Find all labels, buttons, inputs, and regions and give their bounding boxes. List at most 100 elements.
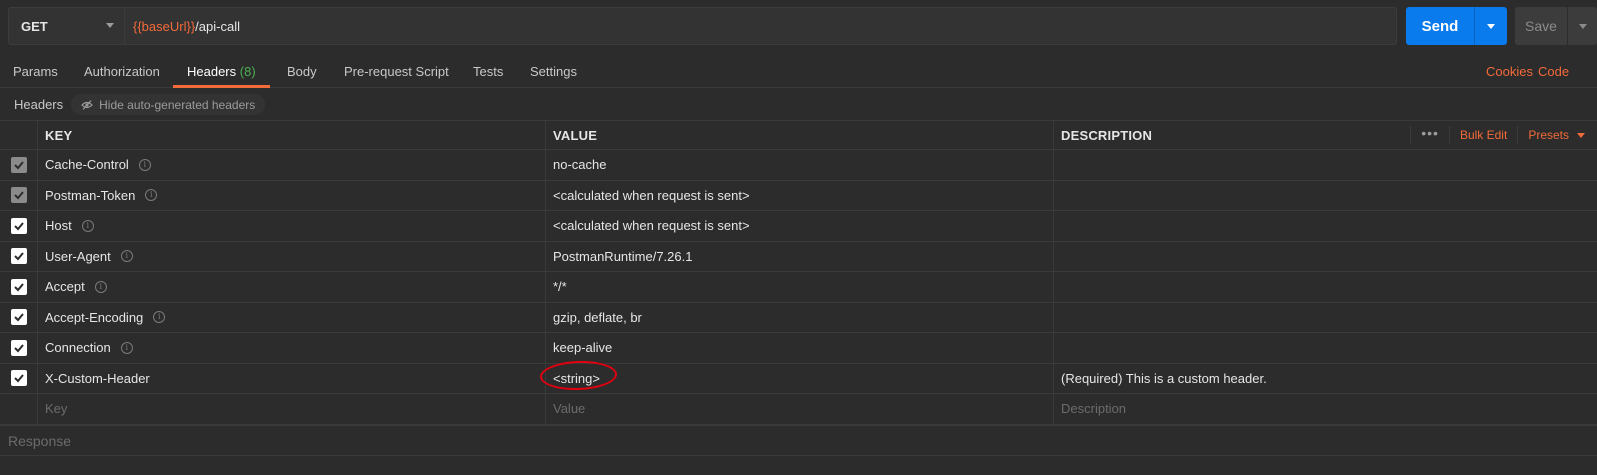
eye-slash-icon <box>81 99 93 110</box>
new-key-input[interactable]: Key <box>38 394 546 424</box>
header-key: Accept-Encoding <box>45 309 144 325</box>
url-path: /api-call <box>195 18 240 34</box>
check-icon <box>13 252 24 261</box>
key-cell[interactable]: Host i <box>38 211 546 241</box>
request-tabs: Params Authorization Headers (8) Body Pr… <box>0 55 1597 88</box>
presets-dropdown[interactable]: Presets <box>1517 126 1597 144</box>
header-value: <calculated when request is sent> <box>553 218 750 234</box>
url-input[interactable]: {{baseUrl}}/api-call <box>125 7 1397 45</box>
row-check-cell <box>0 333 38 363</box>
tab-headers[interactable]: Headers (8) <box>173 55 270 88</box>
checkbox-disabled <box>10 187 27 204</box>
description-cell[interactable] <box>1054 303 1597 333</box>
tab-body[interactable]: Body <box>287 55 317 88</box>
info-icon[interactable]: i <box>145 189 158 202</box>
table-row: Postman-Token i <calculated when request … <box>0 180 1597 211</box>
key-cell[interactable]: X-Custom-Header <box>38 363 546 393</box>
checkbox[interactable] <box>10 309 27 326</box>
checkbox[interactable] <box>10 248 27 265</box>
highlighted-value: <string> <box>539 359 618 392</box>
chevron-down-icon <box>1577 132 1585 138</box>
more-options-icon[interactable]: ••• <box>1410 126 1449 144</box>
header-key: User-Agent <box>45 248 111 264</box>
key-cell[interactable]: Accept-Encoding i <box>38 302 546 332</box>
send-options-button[interactable] <box>1475 7 1507 45</box>
headers-count-badge: (8) <box>239 64 256 79</box>
checkbox[interactable] <box>10 278 27 295</box>
description-cell[interactable] <box>1054 150 1597 180</box>
highlight-circle <box>539 359 618 392</box>
value-cell[interactable]: */* <box>546 272 1054 302</box>
key-cell[interactable]: Connection i <box>38 333 546 363</box>
value-cell[interactable]: <calculated when request is sent> <box>546 211 1054 241</box>
tab-settings[interactable]: Settings <box>530 55 577 88</box>
save-button-group: Save <box>1515 7 1597 45</box>
chevron-down-icon <box>1578 23 1587 29</box>
info-icon[interactable]: i <box>81 219 94 232</box>
save-button[interactable]: Save <box>1515 7 1567 45</box>
send-button[interactable]: Send <box>1406 7 1474 45</box>
checkbox[interactable] <box>10 370 27 387</box>
bulk-edit-link[interactable]: Bulk Edit <box>1448 126 1517 144</box>
table-row: Accept-Encoding i gzip, deflate, br <box>0 302 1597 333</box>
value-cell[interactable]: <string> <box>539 359 1054 393</box>
checkbox[interactable] <box>10 217 27 234</box>
table-row: Cache-Control i no-cache <box>0 150 1597 181</box>
table-row: Connection i keep-alive <box>0 333 1597 364</box>
info-icon[interactable]: i <box>153 311 166 324</box>
new-description-input[interactable]: Description <box>1054 394 1597 424</box>
header-key: Host <box>45 218 72 234</box>
key-cell[interactable]: Postman-Token i <box>38 180 546 210</box>
send-button-group: Send <box>1406 7 1507 45</box>
info-icon[interactable]: i <box>138 158 151 171</box>
value-cell[interactable]: gzip, deflate, br <box>546 302 1054 332</box>
value-cell[interactable]: no-cache <box>546 150 1054 180</box>
method-select[interactable]: GET <box>8 7 125 45</box>
code-link[interactable]: Code <box>1538 55 1569 88</box>
header-value: keep-alive <box>553 340 613 356</box>
key-cell[interactable]: Cache-Control i <box>38 150 546 180</box>
tab-tests[interactable]: Tests <box>473 55 503 88</box>
hide-auto-headers-button[interactable]: Hide auto-generated headers <box>71 94 266 115</box>
description-cell[interactable] <box>1054 333 1597 363</box>
row-check-cell <box>0 394 38 424</box>
response-panel-header[interactable]: Response <box>0 425 1597 456</box>
value-cell[interactable]: keep-alive <box>546 333 1054 363</box>
description-cell[interactable] <box>1054 211 1597 241</box>
check-icon <box>13 191 24 200</box>
header-value: */* <box>553 279 567 295</box>
row-check-cell <box>0 150 38 180</box>
value-cell[interactable]: <calculated when request is sent> <box>546 180 1054 210</box>
description-cell[interactable] <box>1054 242 1597 272</box>
tab-authorization[interactable]: Authorization <box>84 55 160 88</box>
table-row: User-Agent i PostmanRuntime/7.26.1 <box>0 241 1597 272</box>
new-header-row: Key Value Description <box>0 394 1597 425</box>
cookies-link[interactable]: Cookies <box>1486 55 1533 88</box>
save-options-button[interactable] <box>1568 7 1597 45</box>
header-value: gzip, deflate, br <box>553 309 642 325</box>
tab-pre-request-script[interactable]: Pre-request Script <box>344 55 449 88</box>
column-header-value: VALUE <box>546 121 1054 149</box>
checkbox[interactable] <box>10 339 27 356</box>
value-cell[interactable]: PostmanRuntime/7.26.1 <box>546 241 1054 271</box>
tab-headers-label: Headers <box>187 64 237 79</box>
header-value: <calculated when request is sent> <box>553 187 750 203</box>
header-key: Connection <box>45 340 111 356</box>
info-icon[interactable]: i <box>120 250 133 263</box>
description-cell[interactable] <box>1054 181 1597 211</box>
check-icon <box>13 344 24 353</box>
key-cell[interactable]: Accept i <box>38 272 546 302</box>
chevron-down-icon <box>1487 23 1495 29</box>
description-cell[interactable]: (Required) This is a custom header. <box>1054 364 1597 394</box>
row-check-cell <box>0 272 38 302</box>
header-key: Accept <box>45 279 85 295</box>
table-header-row: KEY VALUE DESCRIPTION ••• Bulk Edit Pres… <box>0 120 1597 150</box>
new-value-input[interactable]: Value <box>546 394 1054 424</box>
tab-params[interactable]: Params <box>13 55 58 88</box>
info-icon[interactable]: i <box>94 280 107 293</box>
url-variable: {{baseUrl}} <box>133 18 196 34</box>
header-key: Cache-Control <box>45 157 129 173</box>
info-icon[interactable]: i <box>120 341 133 354</box>
key-cell[interactable]: User-Agent i <box>38 241 546 271</box>
description-cell[interactable] <box>1054 272 1597 302</box>
